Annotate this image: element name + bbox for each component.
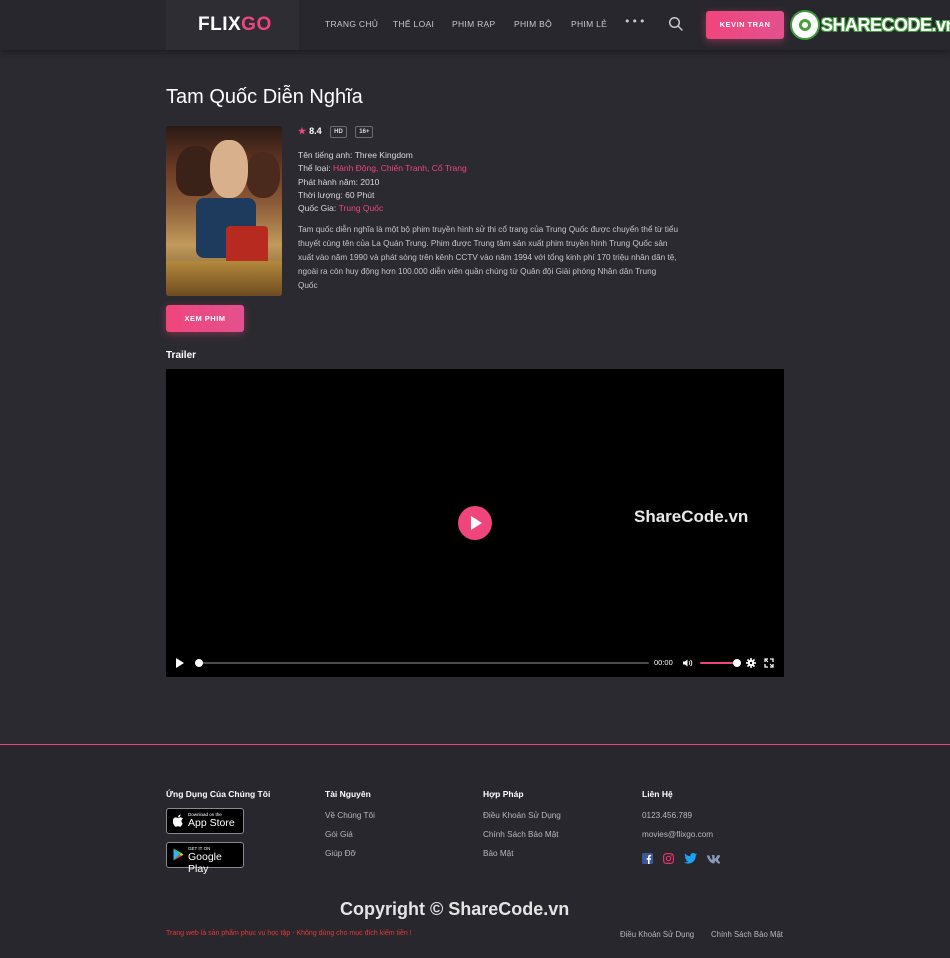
nav-item-movies[interactable]: PHIM LẺ — [571, 19, 607, 29]
progress-knob[interactable] — [195, 659, 203, 667]
footer-link-help[interactable]: Giúp Đỡ — [325, 849, 356, 858]
resources-heading: Tài Nguyên — [325, 789, 371, 799]
trailer-heading: Trailer — [166, 350, 197, 361]
logo-main-text: FLIX — [198, 14, 242, 35]
nav-item-home[interactable]: TRANG CHỦ — [325, 19, 378, 29]
app-store-big-text: App Store — [188, 817, 235, 829]
facebook-icon[interactable] — [642, 853, 653, 864]
instagram-icon[interactable] — [663, 853, 674, 864]
sharecode-watermark-logo: SHARECODE.vn — [790, 10, 950, 40]
footer-link-pricing[interactable]: Gói Giá — [325, 830, 353, 839]
trailer-video-player[interactable]: ShareCode.vn 00:00 — [166, 369, 784, 677]
logo-accent-text: GO — [241, 14, 272, 35]
movie-description: Tam quốc diễn nghĩa là một bộ phim truyề… — [298, 225, 678, 290]
logo-box[interactable]: FLIXGO — [166, 0, 299, 50]
top-header: FLIXGO TRANG CHỦ THỂ LOẠI PHIM RẠP PHIM … — [0, 0, 950, 50]
contact-phone[interactable]: 0123.456.789 — [642, 811, 692, 820]
play-control-icon[interactable] — [176, 658, 184, 668]
footer-link-about[interactable]: Về Chúng Tôi — [325, 811, 375, 820]
fullscreen-icon[interactable] — [764, 658, 774, 668]
site-logo[interactable]: FLIXGO — [198, 14, 272, 36]
year-label: Phát hành năm: — [298, 176, 359, 187]
star-icon: ★ — [298, 126, 307, 136]
nav-item-series[interactable]: PHIM BỘ — [514, 19, 552, 29]
country-label: Quốc Gia: — [298, 203, 337, 214]
movie-poster — [166, 126, 282, 296]
search-icon[interactable] — [668, 16, 684, 32]
contact-heading: Liên Hệ — [642, 789, 673, 799]
volume-icon[interactable] — [683, 659, 693, 667]
site-footer: Ứng Dụng Của Chúng Tôi Download on the A… — [0, 744, 950, 958]
big-play-button[interactable] — [458, 506, 492, 540]
movie-info-list: Tên tiếng anh: Three Kingdom Thể loại: H… — [298, 149, 467, 215]
app-store-button[interactable]: Download on the App Store — [166, 808, 244, 834]
nav-item-cinema[interactable]: PHIM RẠP — [452, 19, 496, 29]
vk-icon[interactable] — [707, 853, 720, 864]
movie-title: Tam Quốc Diễn Nghĩa — [166, 86, 363, 108]
twitter-icon[interactable] — [684, 853, 697, 864]
site-notice: Trang web là sản phẩm phục vụ học tập - … — [166, 930, 412, 937]
rating-row: ★ 8.4 HD 16+ — [298, 126, 374, 138]
apps-heading: Ứng Dụng Của Chúng Tôi — [166, 789, 271, 799]
quality-badge: HD — [330, 126, 347, 138]
english-title-value: Three Kingdom — [354, 150, 413, 160]
rating-value: 8.4 — [309, 126, 322, 136]
watch-movie-button[interactable]: XEM PHIM — [166, 305, 244, 332]
sharecode-emblem-icon — [790, 10, 820, 40]
footer-link-privacy[interactable]: Chính Sách Bảo Mật — [483, 830, 559, 839]
google-play-button[interactable]: GET IT ON Google Play — [166, 842, 244, 875]
footer-link-security[interactable]: Bảo Mật — [483, 849, 514, 858]
country-link[interactable]: Trung Quốc — [339, 203, 384, 213]
sharecode-watermark-text: SHARECODE.vn — [821, 15, 950, 35]
contact-email[interactable]: movies@flixgo.com — [642, 830, 713, 839]
more-menu-button[interactable]: ••• — [624, 15, 646, 28]
footer-watermark-text: Copyright © ShareCode.vn — [340, 899, 570, 919]
progress-track[interactable] — [199, 662, 649, 664]
duration-value: 60 Phút — [345, 189, 375, 200]
volume-knob[interactable] — [733, 659, 741, 667]
bottom-link-privacy[interactable]: Chính Sách Bảo Mật — [711, 930, 783, 939]
genre-label: Thể loại: — [298, 163, 331, 174]
english-title-label: Tên tiếng anh: — [298, 150, 353, 160]
google-play-big-text: Google Play — [188, 851, 222, 875]
genre-links[interactable]: Hành Động, Chiến Tranh, Cổ Trang — [333, 163, 467, 173]
user-account-button[interactable]: KEVIN TRAN — [706, 11, 784, 39]
bottom-link-terms[interactable]: Điều Khoản Sử Dụng — [620, 930, 694, 939]
player-watermark-text: ShareCode.vn — [634, 507, 749, 526]
duration-label: Thời lượng: — [298, 189, 343, 200]
google-play-icon — [173, 848, 184, 861]
settings-gear-icon[interactable] — [746, 658, 756, 668]
legal-heading: Hợp Pháp — [483, 789, 524, 799]
apple-icon — [173, 814, 183, 827]
footer-link-terms[interactable]: Điều Khoản Sử Dụng — [483, 811, 561, 820]
age-badge: 16+ — [355, 126, 374, 138]
current-time: 00:00 — [654, 658, 673, 667]
year-value: 2010 — [360, 176, 380, 187]
nav-item-genre[interactable]: THỂ LOẠI — [393, 19, 434, 29]
